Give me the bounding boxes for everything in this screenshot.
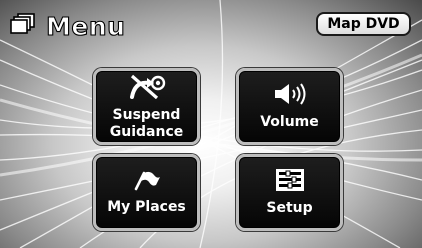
setup-label: Setup <box>266 200 313 216</box>
suspend-guidance-icon <box>127 73 167 103</box>
title-bar: Menu <box>10 8 125 44</box>
suspend-guidance-label: Suspend Guidance <box>109 106 184 140</box>
menu-windows-icon <box>10 13 36 39</box>
my-places-button[interactable]: My Places <box>93 154 200 231</box>
nav-menu-screen: Menu Map DVD Suspend Guidance Volume My … <box>0 0 422 248</box>
setup-list-icon <box>275 168 305 196</box>
my-places-label: My Places <box>107 199 186 215</box>
suspend-guidance-button[interactable]: Suspend Guidance <box>93 68 200 145</box>
page-title: Menu <box>45 11 126 41</box>
speaker-volume-icon <box>273 82 307 110</box>
volume-label: Volume <box>260 114 319 130</box>
map-dvd-button[interactable]: Map DVD <box>316 12 411 36</box>
flag-icon <box>132 169 162 195</box>
volume-button[interactable]: Volume <box>236 68 343 145</box>
setup-button[interactable]: Setup <box>236 154 343 231</box>
